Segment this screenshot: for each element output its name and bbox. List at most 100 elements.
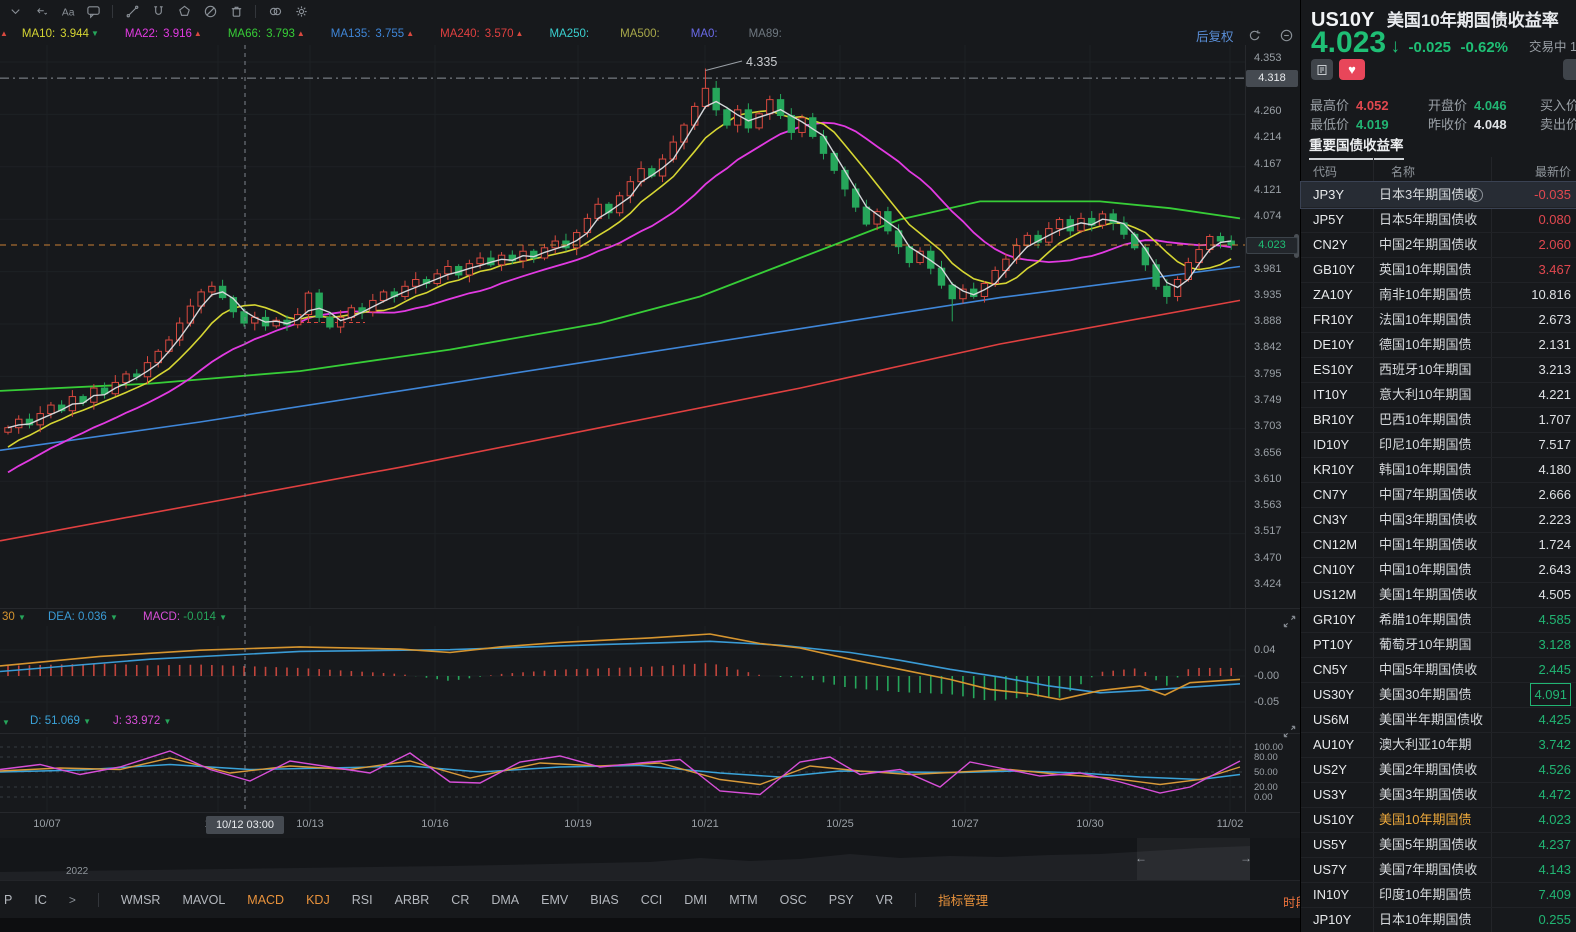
table-row[interactable]: PT10Y葡萄牙10年期国3.128 [1301,632,1576,658]
tab-dmi[interactable]: DMI [684,893,707,907]
table-row[interactable]: IT10Y意大利10年期国4.221 [1301,382,1576,408]
ma-legend-item[interactable]: MA135:3.755▲ [331,28,414,40]
info-icon[interactable]: › [1469,188,1483,202]
table-row[interactable]: GR10Y希腊10年期国债4.585 [1301,607,1576,633]
reset-zoom-icon[interactable] [1244,27,1266,45]
chevron-right-icon[interactable]: > [69,893,76,907]
tab-osc[interactable]: OSC [780,893,807,907]
table-row[interactable]: AU10Y澳大利亚10年期3.742 [1301,732,1576,758]
col-header-name[interactable]: 名称 [1391,163,1415,180]
table-row[interactable]: CN5Y中国5年期国债收2.445 [1301,657,1576,683]
tab-wmsr[interactable]: WMSR [121,893,161,907]
table-row[interactable]: BR10Y巴西10年期国债1.707 [1301,407,1576,433]
zoom-out-icon[interactable] [1276,27,1298,45]
kdj-k-value[interactable]: ▼ [2,718,10,727]
table-row[interactable]: US7Y美国7年期国债收4.143 [1301,857,1576,883]
table-row[interactable]: US12M美国1年期国债收4.505 [1301,582,1576,608]
ma-legend-item[interactable]: MA240:3.570▲ [440,28,523,40]
tab-bias[interactable]: BIAS [590,893,619,907]
memo-icon[interactable] [1311,59,1333,80]
tab-emv[interactable]: EMV [541,893,568,907]
table-row[interactable]: JP3Y日本3年期国债收›-0.035 [1301,182,1576,208]
table-row[interactable]: US2Y美国2年期国债收4.526 [1301,757,1576,783]
kdj-pane[interactable] [0,733,1245,812]
ma-legend-item[interactable]: MA89: [749,28,787,40]
table-row[interactable]: FR10Y法国10年期国债2.673 [1301,307,1576,333]
table-row[interactable]: CN12M中国1年期国债收1.724 [1301,532,1576,558]
chevron-down-icon[interactable] [4,2,26,20]
ma-legend-item[interactable]: MA250: [549,28,594,40]
ma-legend-item[interactable]: MA66:3.793▲ [228,28,305,40]
table-row[interactable]: US3Y美国3年期国债收4.472 [1301,782,1576,808]
adjust-mode-link[interactable]: 后复权 [1196,26,1234,45]
table-row[interactable]: US30Y美国30年期国债4.091 [1301,682,1576,708]
trash-icon[interactable] [225,2,247,20]
expand-pane-icon[interactable] [1278,722,1300,740]
tab-p[interactable]: P [4,893,12,907]
ma-legend-item[interactable]: MA500: [620,28,665,40]
stat-label: 昨收价 [1428,117,1467,132]
table-row[interactable]: CN7Y中国7年期国债收2.666 [1301,482,1576,508]
table-row[interactable]: CN3Y中国3年期国债收2.223 [1301,507,1576,533]
table-row[interactable]: US6M美国半年期国债收4.425 [1301,707,1576,733]
bond-price: 2.131 [1538,332,1571,357]
table-row[interactable]: ID10Y印尼10年期国债7.517 [1301,432,1576,458]
more-icon[interactable] [1563,59,1576,80]
gear-icon[interactable] [290,2,312,20]
bond-price: 4.143 [1538,857,1571,882]
kdj-j-value[interactable]: J: 33.972 ▼ [113,715,171,727]
tab-mavol[interactable]: MAVOL [182,893,225,907]
favorite-heart-icon[interactable]: ♥ [1339,59,1365,80]
ma-value: 3.755 [375,28,404,40]
peak-annotation: 4.335 [746,55,777,69]
compare-icon[interactable] [264,2,286,20]
date-axis: 10/0710/1110/1310/1610/1910/2110/2510/27… [0,812,1300,839]
bond-name: 美国半年期国债收 [1379,707,1487,732]
tab-dma[interactable]: DMA [491,893,519,907]
table-row[interactable]: GB10Y英国10年期国债3.467 [1301,257,1576,283]
col-header-code[interactable]: 代码 [1313,163,1337,180]
table-row[interactable]: CN2Y中国2年期国债收2.060 [1301,232,1576,258]
candlestick-chart[interactable]: 4.335 [0,45,1245,608]
table-row[interactable]: IN10Y印度10年期国债7.409 [1301,882,1576,908]
col-header-price[interactable]: 最新价 [1535,163,1571,180]
tab-ic[interactable]: IC [34,893,47,907]
navigator-left-arrow[interactable]: ← [1135,851,1147,865]
comment-icon[interactable] [82,2,104,20]
ma-legend-item[interactable]: MA22:3.916▲ [125,28,202,40]
tab-vr[interactable]: VR [876,893,893,907]
ban-icon[interactable] [199,2,221,20]
table-row[interactable]: ES10Y西班牙10年期国3.213 [1301,357,1576,383]
table-row[interactable]: KR10Y韩国10年期国债4.180 [1301,457,1576,483]
tab-kdj[interactable]: KDJ [306,893,330,907]
table-row[interactable]: US5Y美国5年期国债收4.237 [1301,832,1576,858]
table-row[interactable]: CN10Y中国10年期国债2.643 [1301,557,1576,583]
tab-cci[interactable]: CCI [641,893,663,907]
ma-legend-item[interactable]: MA0: [691,28,723,40]
table-row[interactable]: US10Y美国10年期国债4.023 [1301,807,1576,833]
tab-cr[interactable]: CR [451,893,469,907]
ma-legend-item[interactable]: MA10:3.944▼ [22,28,99,40]
table-row[interactable]: ZA10Y南非10年期国债10.816 [1301,282,1576,308]
table-row[interactable]: JP5Y日本5年期国债收0.080 [1301,207,1576,233]
navigator-right-arrow[interactable]: → [1240,851,1252,865]
trendline-icon[interactable] [121,2,143,20]
tab-rsi[interactable]: RSI [352,893,373,907]
kdj-d-value[interactable]: D: 51.069 ▼ [30,715,91,727]
tab-macd[interactable]: MACD [247,893,284,907]
table-row[interactable]: DE10Y德国10年期国债2.131 [1301,332,1576,358]
chart-navigator[interactable]: 2022←→ [0,838,1300,880]
pattern-icon[interactable] [173,2,195,20]
indicator-manage-link[interactable]: 指标管理 [938,890,988,909]
tab-psy[interactable]: PSY [829,893,854,907]
undo-icon[interactable] [30,2,52,20]
kdj-axis-label: 0.00 [1254,792,1273,804]
table-row[interactable]: JP10Y日本10年期国债0.255 [1301,907,1576,932]
price-axis-label: 4.121 [1254,184,1282,196]
text-tool-icon[interactable]: Aa [56,2,78,20]
tab-mtm[interactable]: MTM [729,893,757,907]
expand-pane-icon[interactable] [1278,612,1300,630]
magnet-icon[interactable] [147,2,169,20]
tab-arbr[interactable]: ARBR [395,893,430,907]
stat-value: 4.019 [1356,117,1389,132]
